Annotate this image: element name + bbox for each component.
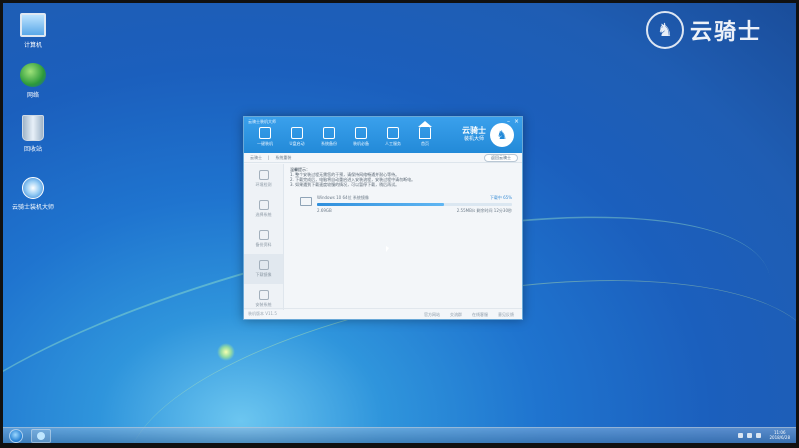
network-icon xyxy=(20,63,46,87)
install-icon xyxy=(258,290,269,300)
download-icon xyxy=(258,260,269,270)
step-label: 下载镜像 xyxy=(255,272,272,277)
nav-usb-boot[interactable]: U盘启动 xyxy=(286,127,308,147)
knight-logo-icon: ♞ xyxy=(645,11,684,49)
backup-icon xyxy=(323,127,335,139)
mouse-cursor xyxy=(386,246,389,252)
download-speed: 2.55MB/s 剩余时间 12分30秒 xyxy=(456,208,512,213)
desktop-icon-label: 云骑士装机大师 xyxy=(11,204,54,211)
flag-icon[interactable] xyxy=(738,432,744,438)
app-shortcut-icon xyxy=(22,177,44,199)
taskbar: 11:06 2018/6/28 xyxy=(3,427,796,443)
brand-sub: 装机大师 xyxy=(463,136,484,142)
footer-links: 官方网站 交流群 在线客服 意见反馈 xyxy=(424,312,514,318)
recycle-bin-icon xyxy=(22,115,44,141)
footer-link[interactable]: 意见反馈 xyxy=(498,312,514,318)
usb-icon xyxy=(291,127,303,139)
computer-icon xyxy=(20,13,46,37)
backup-icon xyxy=(258,230,269,240)
nav-label: U盘启动 xyxy=(289,141,305,146)
brand-text: 云骑士 装机大师 xyxy=(462,126,486,144)
desktop-icon-network[interactable]: 网络 xyxy=(11,63,55,99)
app-icon xyxy=(37,432,45,440)
person-icon xyxy=(387,127,399,139)
system-tray: 11:06 2018/6/28 xyxy=(738,430,790,440)
step-label: 环境检测 xyxy=(255,182,272,187)
check-icon xyxy=(258,170,269,180)
breadcrumb-step-2: 系统重装 xyxy=(275,154,292,160)
footer-link[interactable]: 交流群 xyxy=(450,312,462,318)
main-nav: 一键装机 U盘启动 系统备份 装机必备 人工服务 首页 xyxy=(254,121,436,147)
footer-link[interactable]: 官方网站 xyxy=(424,312,440,318)
step-download: 下载镜像 xyxy=(244,254,283,284)
download-item: Windows 10 64位 系统镜像 下载中 65% 2.69GB 2.55M… xyxy=(300,195,518,214)
nav-one-click-install[interactable]: 一键装机 xyxy=(254,127,276,147)
window-title: 云骑士装机大师 xyxy=(248,119,276,124)
close-icon[interactable]: × xyxy=(514,118,519,125)
taskbar-app-button[interactable] xyxy=(31,429,51,443)
home-icon xyxy=(418,121,432,139)
breadcrumb: 云骑士 | 系统重装 返回云骑士 xyxy=(244,153,522,163)
system-icon xyxy=(258,200,269,210)
start-button[interactable] xyxy=(9,429,23,443)
volume-icon[interactable] xyxy=(756,432,762,438)
main-content: 温馨提示： 1. 整个安装过程无需您的干预，请保持网络畅通并耐心等待。 2. 下… xyxy=(290,167,518,214)
step-select-system: 选择系统 xyxy=(244,194,283,224)
nav-essentials[interactable]: 装机必备 xyxy=(350,127,372,147)
desktop-icon-label: 回收站 xyxy=(23,146,42,153)
clock-date: 2018/6/28 xyxy=(769,435,790,440)
nav-manual-service[interactable]: 人工服务 xyxy=(382,127,404,147)
step-sidebar: 环境检测 选择系统 备份资料 下载镜像 安装系统 xyxy=(244,164,284,310)
back-button[interactable]: 返回云骑士 xyxy=(484,154,518,162)
installer-window: 云骑士装机大师 – × 一键装机 U盘启动 系统备份 装机必备 人工服务 首页 … xyxy=(243,116,523,320)
nav-home[interactable]: 首页 xyxy=(414,121,436,147)
install-icon xyxy=(259,127,271,139)
watermark: ♞ 云骑士 xyxy=(645,11,762,49)
download-name: Windows 10 64位 系统镜像 xyxy=(317,195,369,200)
desktop-icon-computer[interactable]: 计算机 xyxy=(11,13,55,49)
desktop-icon-label: 计算机 xyxy=(23,42,42,49)
knight-logo-icon: ♞ xyxy=(490,123,514,147)
nav-label: 一键装机 xyxy=(257,141,273,146)
step-label: 备份资料 xyxy=(255,242,272,247)
nav-label: 首页 xyxy=(421,141,429,146)
grid-icon xyxy=(355,127,367,139)
window-header: 云骑士装机大师 – × 一键装机 U盘启动 系统备份 装机必备 人工服务 首页 … xyxy=(244,117,522,153)
tips-box: 温馨提示： 1. 整个安装过程无需您的干预，请保持网络畅通并耐心等待。 2. 下… xyxy=(290,167,518,187)
download-size: 2.69GB xyxy=(317,208,332,213)
desktop-icon-app[interactable]: 云骑士装机大师 xyxy=(11,177,55,211)
step-backup: 备份资料 xyxy=(244,224,283,254)
nav-label: 装机必备 xyxy=(353,141,369,146)
download-progress-bar xyxy=(317,203,512,206)
brand-name: 云骑士 xyxy=(462,126,486,135)
clock[interactable]: 11:06 2018/6/28 xyxy=(769,430,790,440)
version-text: 装机版本 V11.5 xyxy=(248,311,277,316)
monitor-frame: ♞ 云骑士 计算机 网络 回收站 云骑士装机大师 云骑士装机大师 – × 一键装… xyxy=(0,0,799,448)
watermark-text: 云骑士 xyxy=(689,20,762,45)
brand: 云骑士 装机大师 ♞ xyxy=(462,123,514,147)
nav-label: 系统备份 xyxy=(321,141,337,146)
breadcrumb-separator: | xyxy=(268,155,270,160)
step-env-check: 环境检测 xyxy=(244,164,283,194)
wallpaper-flare xyxy=(217,343,235,361)
tip-line: 3. 如果遇到下载速度较慢的情况，可以暂停下载，稍后再试。 xyxy=(290,182,400,187)
nav-label: 人工服务 xyxy=(385,141,401,146)
footer-link[interactable]: 在线客服 xyxy=(472,312,488,318)
step-label: 选择系统 xyxy=(255,212,272,217)
download-percent: 下载中 65% xyxy=(489,195,512,200)
breadcrumb-step-1[interactable]: 云骑士 xyxy=(250,155,262,161)
desktop-icon-label: 网络 xyxy=(26,92,39,99)
desktop-icon-recycle-bin[interactable]: 回收站 xyxy=(11,115,55,153)
download-progress-fill xyxy=(317,203,444,206)
nav-system-backup[interactable]: 系统备份 xyxy=(318,127,340,147)
window-footer: 装机版本 V11.5 官方网站 交流群 在线客服 意见反馈 xyxy=(244,308,522,319)
monitor-icon xyxy=(300,197,312,206)
network-tray-icon[interactable] xyxy=(747,432,753,438)
